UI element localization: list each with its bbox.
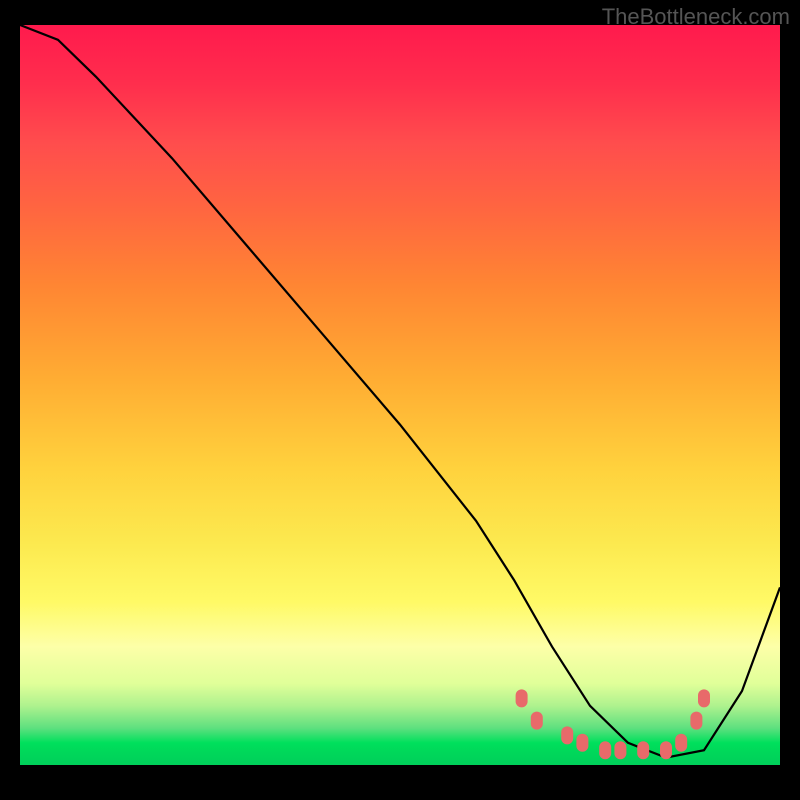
highlight-dot	[576, 734, 588, 752]
highlight-dot	[660, 741, 672, 759]
optimal-range-markers	[20, 25, 780, 765]
highlight-dot	[531, 712, 543, 730]
highlight-dot	[516, 689, 528, 707]
highlight-dot	[561, 726, 573, 744]
highlight-dot	[614, 741, 626, 759]
highlight-dot	[599, 741, 611, 759]
highlight-dot	[675, 734, 687, 752]
watermark-text: TheBottleneck.com	[602, 4, 790, 30]
highlight-dot	[637, 741, 649, 759]
highlight-dot	[698, 689, 710, 707]
chart-plot-area	[20, 25, 780, 780]
highlight-dot	[690, 712, 702, 730]
